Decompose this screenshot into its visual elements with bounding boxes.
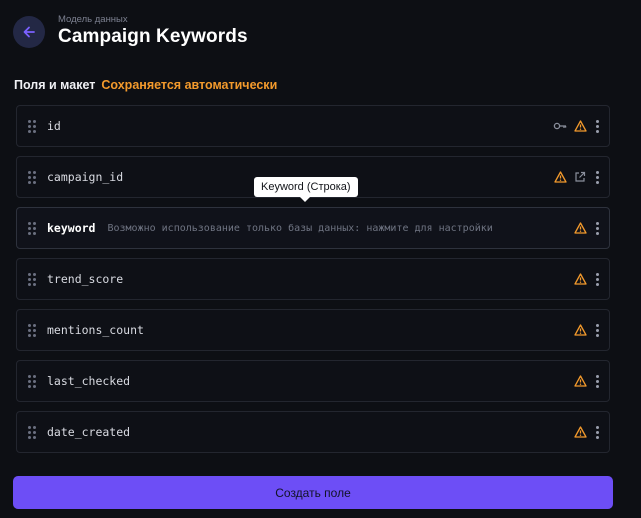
field-name: keyword <box>47 221 96 235</box>
drag-handle-icon[interactable] <box>28 171 36 184</box>
field-type-tooltip: Keyword (Строка) <box>254 177 358 202</box>
warning-icon[interactable] <box>573 374 587 388</box>
field-row-date-created[interactable]: date_created <box>16 411 610 453</box>
field-list: id campaign_id keyword Возможно использо… <box>16 105 610 462</box>
field-name: trend_score <box>47 272 124 286</box>
back-button[interactable] <box>13 15 45 48</box>
warning-icon[interactable] <box>573 272 587 286</box>
warning-icon[interactable] <box>573 119 587 133</box>
drag-handle-icon[interactable] <box>28 375 36 388</box>
warning-icon[interactable] <box>553 170 567 184</box>
drag-handle-icon[interactable] <box>28 273 36 286</box>
warning-icon[interactable] <box>573 323 587 337</box>
drag-handle-icon[interactable] <box>28 324 36 337</box>
autosave-status: Сохраняется автоматически <box>101 78 278 92</box>
page-header: Модель данных Campaign Keywords <box>13 14 248 49</box>
more-icon[interactable] <box>593 119 601 133</box>
field-name: campaign_id <box>47 170 124 184</box>
more-icon[interactable] <box>593 221 601 235</box>
drag-handle-icon[interactable] <box>28 426 36 439</box>
field-name: id <box>47 119 61 133</box>
field-name: mentions_count <box>47 323 144 337</box>
field-row-last-checked[interactable]: last_checked <box>16 360 610 402</box>
warning-icon[interactable] <box>573 425 587 439</box>
more-icon[interactable] <box>593 374 601 388</box>
more-icon[interactable] <box>593 425 601 439</box>
field-row-id[interactable]: id <box>16 105 610 147</box>
section-header: Поля и макет Сохраняется автоматически <box>14 78 277 92</box>
external-link-icon[interactable] <box>573 170 587 184</box>
field-config-hint[interactable]: Возможно использование только базы данны… <box>107 223 492 234</box>
field-row-keyword[interactable]: keyword Возможно использование только ба… <box>16 207 610 249</box>
field-name: last_checked <box>47 374 131 388</box>
page-title: Campaign Keywords <box>58 26 248 47</box>
field-name: date_created <box>47 425 131 439</box>
section-title: Поля и макет <box>14 78 96 92</box>
field-row-trend-score[interactable]: trend_score <box>16 258 610 300</box>
arrow-left-icon <box>23 26 35 37</box>
breadcrumb: Модель данных <box>58 14 128 25</box>
warning-icon[interactable] <box>573 221 587 235</box>
field-row-mentions-count[interactable]: mentions_count <box>16 309 610 351</box>
more-icon[interactable] <box>593 323 601 337</box>
key-icon <box>553 119 567 133</box>
create-field-button[interactable]: Создать поле <box>13 476 613 509</box>
more-icon[interactable] <box>593 170 601 184</box>
drag-handle-icon[interactable] <box>28 120 36 133</box>
more-icon[interactable] <box>593 272 601 286</box>
drag-handle-icon[interactable] <box>28 222 36 235</box>
